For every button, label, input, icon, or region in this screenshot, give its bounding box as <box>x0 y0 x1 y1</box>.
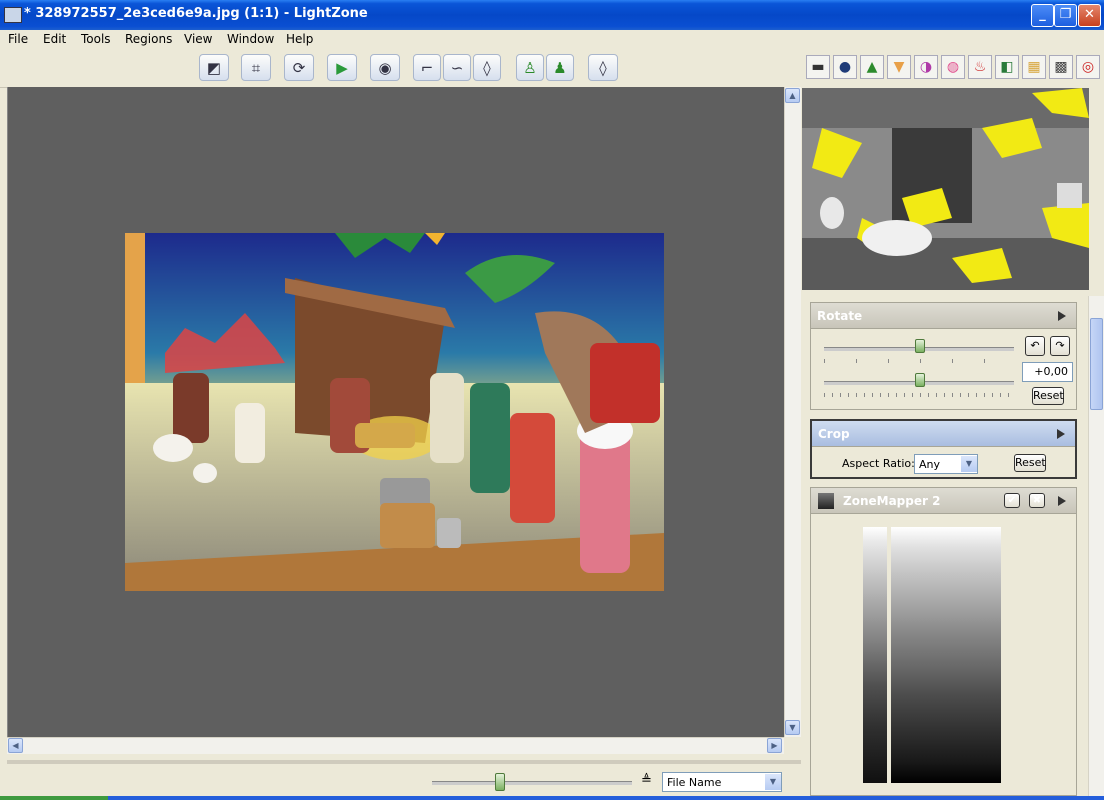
zone-mapper-scale[interactable] <box>891 527 1001 783</box>
rotate-fine-thumb[interactable] <box>915 373 925 387</box>
tools-scroll-thumb[interactable] <box>1090 318 1103 410</box>
rotate-icon[interactable]: ⟳ <box>284 54 314 81</box>
menu-window[interactable]: Window <box>227 32 274 46</box>
canvas-horizontal-scrollbar[interactable] <box>7 737 784 754</box>
taskbar-strip <box>0 796 1104 800</box>
channel-mixer-icon[interactable]: ◧ <box>995 55 1019 79</box>
rotate-angle-field[interactable]: +0,00 <box>1022 362 1073 382</box>
title-bar: * 328972557_2e3ced6e9a.jpg (1:1) - Light… <box>0 0 1104 30</box>
rotate-reset-button[interactable]: Reset <box>1032 387 1064 405</box>
rotate-panel-header[interactable]: Rotate <box>811 303 1076 329</box>
sort-value: File Name <box>667 776 722 789</box>
rotate-left-icon[interactable]: ↶ <box>1025 336 1045 356</box>
chevron-down-icon[interactable]: ▼ <box>765 774 781 790</box>
relight-icon[interactable]: ▦ <box>1022 55 1046 79</box>
menu-view[interactable]: View <box>184 32 212 46</box>
send-icon[interactable]: ▶ <box>327 54 357 81</box>
photo-nativity-scene <box>125 233 664 591</box>
scroll-right-arrow-icon[interactable]: ▶ <box>767 738 782 753</box>
splitter[interactable] <box>7 760 802 764</box>
sort-select[interactable]: File Name ▼ <box>662 772 782 792</box>
zone-drop-icon[interactable]: ◊ <box>588 54 618 81</box>
close-button[interactable]: ✕ <box>1078 4 1101 27</box>
expand-arrow-icon[interactable] <box>1058 311 1066 321</box>
zoom-slider-thumb[interactable] <box>495 773 505 791</box>
heal-icon[interactable]: ♟ <box>546 54 574 81</box>
expand-arrow-icon[interactable] <box>1057 429 1065 439</box>
drop-region-icon[interactable]: ◊ <box>473 54 501 81</box>
sharpen-icon[interactable]: ● <box>833 55 857 79</box>
rotate-fine-ticks <box>824 393 1014 397</box>
aspect-ratio-select[interactable]: Any ▼ <box>914 454 978 474</box>
expand-arrow-icon[interactable] <box>1058 496 1066 506</box>
eye-icon[interactable]: ◉ <box>370 54 400 81</box>
blur-icon[interactable]: ▼ <box>887 55 911 79</box>
white-balance-icon[interactable]: ♨ <box>968 55 992 79</box>
grid-icon[interactable]: ▩ <box>1049 55 1073 79</box>
crop-panel: Crop Aspect Ratio: Any ▼ Reset <box>810 419 1077 479</box>
window-title: * 328972557_2e3ced6e9a.jpg (1:1) - Light… <box>24 6 368 21</box>
spline-region-icon[interactable]: ∽ <box>443 54 471 81</box>
zonemapper-panel-header[interactable]: ZoneMapper 2 ✔ ✖ <box>811 488 1076 514</box>
polygon-region-icon[interactable]: ⌐ <box>413 54 441 81</box>
remove-x-icon[interactable]: ✖ <box>1029 493 1045 508</box>
toolbar: ◩ ⌗ ⟳ ▶ ◉ ⌐ ∽ ◊ ♙ ♟ ◊ ▬ ● ▲ ▼ ◑ ◍ ♨ ◧ ▦ … <box>0 49 1104 88</box>
menu-regions[interactable]: Regions <box>125 32 172 46</box>
scroll-up-arrow-icon[interactable]: ▲ <box>785 88 800 103</box>
rotate-right-icon[interactable]: ↷ <box>1050 336 1070 356</box>
bottom-bar: ≜ File Name ▼ <box>7 765 802 800</box>
rotate-coarse-thumb[interactable] <box>915 339 925 353</box>
rotate-panel: Rotate ↶ ↷ +0,00 Reset <box>810 302 1077 410</box>
sort-order-icon[interactable]: ≜ <box>641 773 652 788</box>
zonemapper-icon <box>818 493 834 509</box>
zonemapper-panel: ZoneMapper 2 ✔ ✖ <box>810 487 1077 796</box>
scroll-down-arrow-icon[interactable]: ▼ <box>785 720 800 735</box>
rotate-title: Rotate <box>817 308 863 323</box>
zonemapper-title: ZoneMapper 2 <box>843 493 941 508</box>
noise-reduction-icon[interactable]: ▲ <box>860 55 884 79</box>
scroll-left-arrow-icon[interactable]: ◀ <box>8 738 23 753</box>
hue-saturation-icon[interactable]: ◍ <box>941 55 965 79</box>
compare-icon[interactable]: ◩ <box>199 54 229 81</box>
zone-bar-preview <box>863 527 887 783</box>
aspect-ratio-value: Any <box>919 458 941 471</box>
chevron-down-icon[interactable]: ▼ <box>961 456 977 472</box>
menu-help[interactable]: Help <box>286 32 313 46</box>
clone-icon[interactable]: ♙ <box>516 54 544 81</box>
zone-mapper-icon[interactable]: ▬ <box>806 55 830 79</box>
canvas-vertical-scrollbar[interactable] <box>784 87 802 737</box>
menu-edit[interactable]: Edit <box>43 32 66 46</box>
menu-file[interactable]: File <box>8 32 28 46</box>
restore-button[interactable]: ❐ <box>1054 4 1077 27</box>
app-icon[interactable] <box>4 7 22 23</box>
color-balance-icon[interactable]: ◑ <box>914 55 938 79</box>
rotate-coarse-ticks <box>824 359 1014 363</box>
zone-preview <box>802 88 1089 290</box>
minimize-button[interactable]: _ <box>1031 4 1054 27</box>
enable-check-icon[interactable]: ✔ <box>1004 493 1020 508</box>
crop-reset-button[interactable]: Reset <box>1014 454 1046 472</box>
menu-tools[interactable]: Tools <box>81 32 111 46</box>
crop-icon[interactable]: ⌗ <box>241 54 271 81</box>
crop-panel-header[interactable]: Crop <box>812 421 1075 447</box>
red-eye-icon[interactable]: ◎ <box>1076 55 1100 79</box>
crop-title: Crop <box>818 426 850 441</box>
aspect-ratio-label: Aspect Ratio: <box>842 457 915 470</box>
zoom-slider[interactable] <box>432 781 632 785</box>
menu-bar: File Edit Tools Regions View Window Help <box>0 30 1104 49</box>
